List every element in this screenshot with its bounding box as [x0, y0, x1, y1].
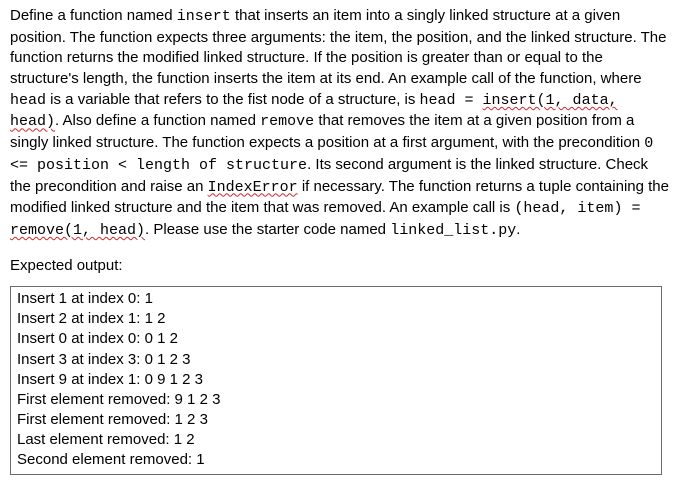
code-filename: linked_list.py [390, 222, 516, 239]
output-line: Insert 1 at index 0: 1 [17, 289, 655, 309]
code-head-eq: head = [420, 92, 483, 109]
output-line: Insert 9 at index 1: 0 9 1 2 3 [17, 370, 655, 390]
code-call-remove: remove(1, head) [10, 222, 145, 239]
output-line: Insert 0 at index 0: 0 1 2 [17, 329, 655, 349]
text-1: Define a function named [10, 7, 177, 24]
output-line: Insert 2 at index 1: 1 2 [17, 309, 655, 329]
output-line: Last element removed: 1 2 [17, 430, 655, 450]
output-line: Insert 3 at index 3: 0 1 2 3 [17, 350, 655, 370]
output-line: First element removed: 9 1 2 3 [17, 390, 655, 410]
problem-description: Define a function named insert that inse… [10, 6, 670, 242]
expected-output-box: Insert 1 at index 0: 1 Insert 2 at index… [10, 286, 662, 475]
text-8: . Please use the starter code named [145, 221, 390, 238]
code-tuple: (head, item) = [514, 200, 640, 217]
code-indexerror: IndexError [208, 179, 298, 196]
output-line: Second element removed: 1 [17, 450, 655, 470]
text-9: . [516, 221, 520, 238]
text-3: is a variable that refers to the fist no… [46, 91, 420, 108]
code-head: head [10, 92, 46, 109]
expected-output-label: Expected output: [10, 256, 670, 277]
code-remove: remove [260, 113, 314, 130]
code-insert: insert [177, 8, 231, 25]
output-line: First element removed: 1 2 3 [17, 410, 655, 430]
text-4: . Also define a function named [55, 112, 260, 129]
